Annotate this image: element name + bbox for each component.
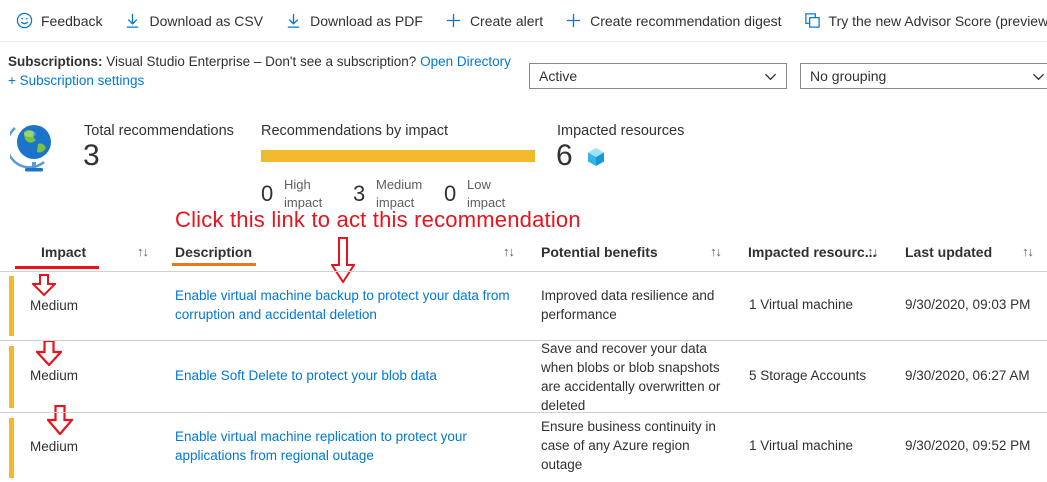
status-filter-dropdown[interactable]: Active (529, 63, 787, 89)
sort-resources-icon[interactable]: ↑↓ (867, 244, 879, 259)
subscription-settings-link[interactable]: + Subscription settings (8, 71, 511, 90)
benefits-line4: deleted (541, 398, 586, 413)
download-icon (127, 13, 139, 28)
smile-icon (16, 12, 33, 29)
create-digest-label: Create recommendation digest (590, 12, 782, 29)
resources-cell: 1 Virtual machine (749, 438, 854, 453)
low-impact-count: 0 (444, 181, 457, 206)
impact-indicator (9, 346, 14, 408)
subscription-info: Subscriptions: Visual Studio Enterprise … (8, 52, 511, 90)
benefits-line3: outage (541, 457, 583, 472)
by-impact-label: Recommendations by impact (261, 123, 448, 139)
status-filter-value: Active (539, 68, 578, 84)
medium-impact-label-line1: Medium (376, 177, 423, 192)
recommendation-link[interactable]: Enable virtual machine backup to protect… (175, 286, 510, 324)
recommendation-link-line2[interactable]: applications from regional outage (175, 446, 467, 465)
sort-updated-icon[interactable]: ↑↓ (1022, 244, 1034, 259)
impact-distribution-bar (261, 150, 535, 162)
column-header-description[interactable]: Description (175, 244, 252, 260)
table-row[interactable]: Medium Enable virtual machine backup to … (0, 272, 1047, 341)
total-recommendations-value: 3 (83, 139, 100, 172)
impact-cell: Medium (30, 298, 79, 313)
last-updated-cell: 9/30/2020, 06:27 AM (905, 368, 1030, 383)
benefits-line2: performance (541, 307, 617, 322)
command-bar: Feedback Download as CSV Download as PDF… (0, 0, 1047, 42)
column-header-last-updated[interactable]: Last updated (905, 244, 992, 260)
download-icon (287, 13, 300, 28)
advisor-score-button[interactable]: Try the new Advisor Score (preview) (804, 12, 1047, 29)
last-updated-cell: 9/30/2020, 09:52 PM (905, 438, 1031, 453)
cube-icon (588, 148, 604, 166)
sort-benefits-icon[interactable]: ↑↓ (710, 244, 722, 259)
grouping-dropdown[interactable]: No grouping (800, 63, 1047, 89)
impact-cell: Medium (30, 368, 79, 383)
impact-underline-annotation (15, 266, 99, 269)
open-directory-link[interactable]: Open Directory (420, 54, 511, 69)
resources-cell: 1 Virtual machine (749, 297, 854, 312)
subscriptions-label: Subscriptions: (8, 54, 103, 69)
impact-indicator (9, 418, 14, 478)
chevron-down-icon (1032, 73, 1045, 81)
impacted-resources-value: 6 (556, 139, 573, 172)
impacted-resources-label: Impacted resources (557, 123, 685, 139)
download-pdf-label: Download as PDF (310, 12, 423, 29)
benefits-cell: Improved data resilience and performance (541, 286, 714, 324)
benefits-line2: case of any Azure region (541, 438, 690, 453)
download-csv-button[interactable]: Download as CSV (124, 12, 263, 29)
benefits-line1: Ensure business continuity in (541, 419, 716, 434)
column-header-resources[interactable]: Impacted resourc... (748, 244, 876, 260)
benefits-line1: Save and recover your data (541, 341, 707, 356)
column-header-benefits[interactable]: Potential benefits (541, 244, 658, 260)
table-row[interactable]: Medium Enable Soft Delete to protect you… (0, 339, 1047, 415)
recommendation-link-line1[interactable]: Enable virtual machine replication to pr… (175, 427, 467, 446)
benefits-cell: Ensure business continuity in case of an… (541, 417, 716, 474)
globe-icon (10, 125, 51, 172)
download-pdf-button[interactable]: Download as PDF (285, 12, 423, 29)
resources-cell: 5 Storage Accounts (749, 368, 867, 383)
low-impact-label-line1: Low (467, 177, 491, 192)
create-digest-button[interactable]: Create recommendation digest (565, 12, 782, 29)
benefits-line3: are accidentally overwritten or (541, 379, 721, 394)
benefits-line2: when blobs or blob snapshots (541, 360, 720, 375)
recommendation-link[interactable]: Enable virtual machine replication to pr… (175, 427, 467, 465)
download-csv-label: Download as CSV (149, 12, 264, 29)
annotation-text: Click this link to act this recommendati… (175, 207, 581, 232)
create-alert-label: Create alert (469, 12, 544, 29)
subscription-value: Visual Studio Enterprise – Don't see a s… (106, 54, 417, 69)
benefits-cell: Save and recover your data when blobs or… (541, 339, 720, 415)
sort-impact-icon[interactable]: ↑↓ (137, 244, 149, 259)
sort-description-icon[interactable]: ↑↓ (503, 244, 515, 259)
advisor-score-label: Try the new Advisor Score (preview) (828, 12, 1047, 29)
high-impact-label-line1: High (284, 177, 311, 192)
recommendation-link-line2[interactable]: corruption and accidental deletion (175, 305, 510, 324)
feedback-label: Feedback (41, 12, 103, 29)
grouping-value: No grouping (810, 68, 887, 84)
plus-icon (446, 13, 461, 28)
description-underline-annotation (172, 263, 256, 266)
total-recommendations-label: Total recommendations (84, 123, 234, 139)
benefits-line1: Improved data resilience and (541, 288, 715, 303)
medium-impact-count: 3 (353, 181, 366, 206)
chevron-down-icon (764, 73, 777, 81)
plus-icon (566, 13, 581, 28)
recommendation-link[interactable]: Enable Soft Delete to protect your blob … (175, 366, 437, 385)
copy-icon (804, 13, 820, 28)
impact-cell: Medium (30, 439, 79, 454)
recommendation-link-line1[interactable]: Enable virtual machine backup to protect… (175, 286, 510, 305)
table-row[interactable]: Medium Enable virtual machine replicatio… (0, 414, 1047, 482)
column-header-impact[interactable]: Impact (41, 244, 86, 260)
create-alert-button[interactable]: Create alert (445, 12, 543, 29)
last-updated-cell: 9/30/2020, 09:03 PM (905, 297, 1031, 312)
impact-indicator (9, 276, 14, 336)
feedback-button[interactable]: Feedback (16, 12, 102, 29)
high-impact-count: 0 (261, 181, 274, 206)
